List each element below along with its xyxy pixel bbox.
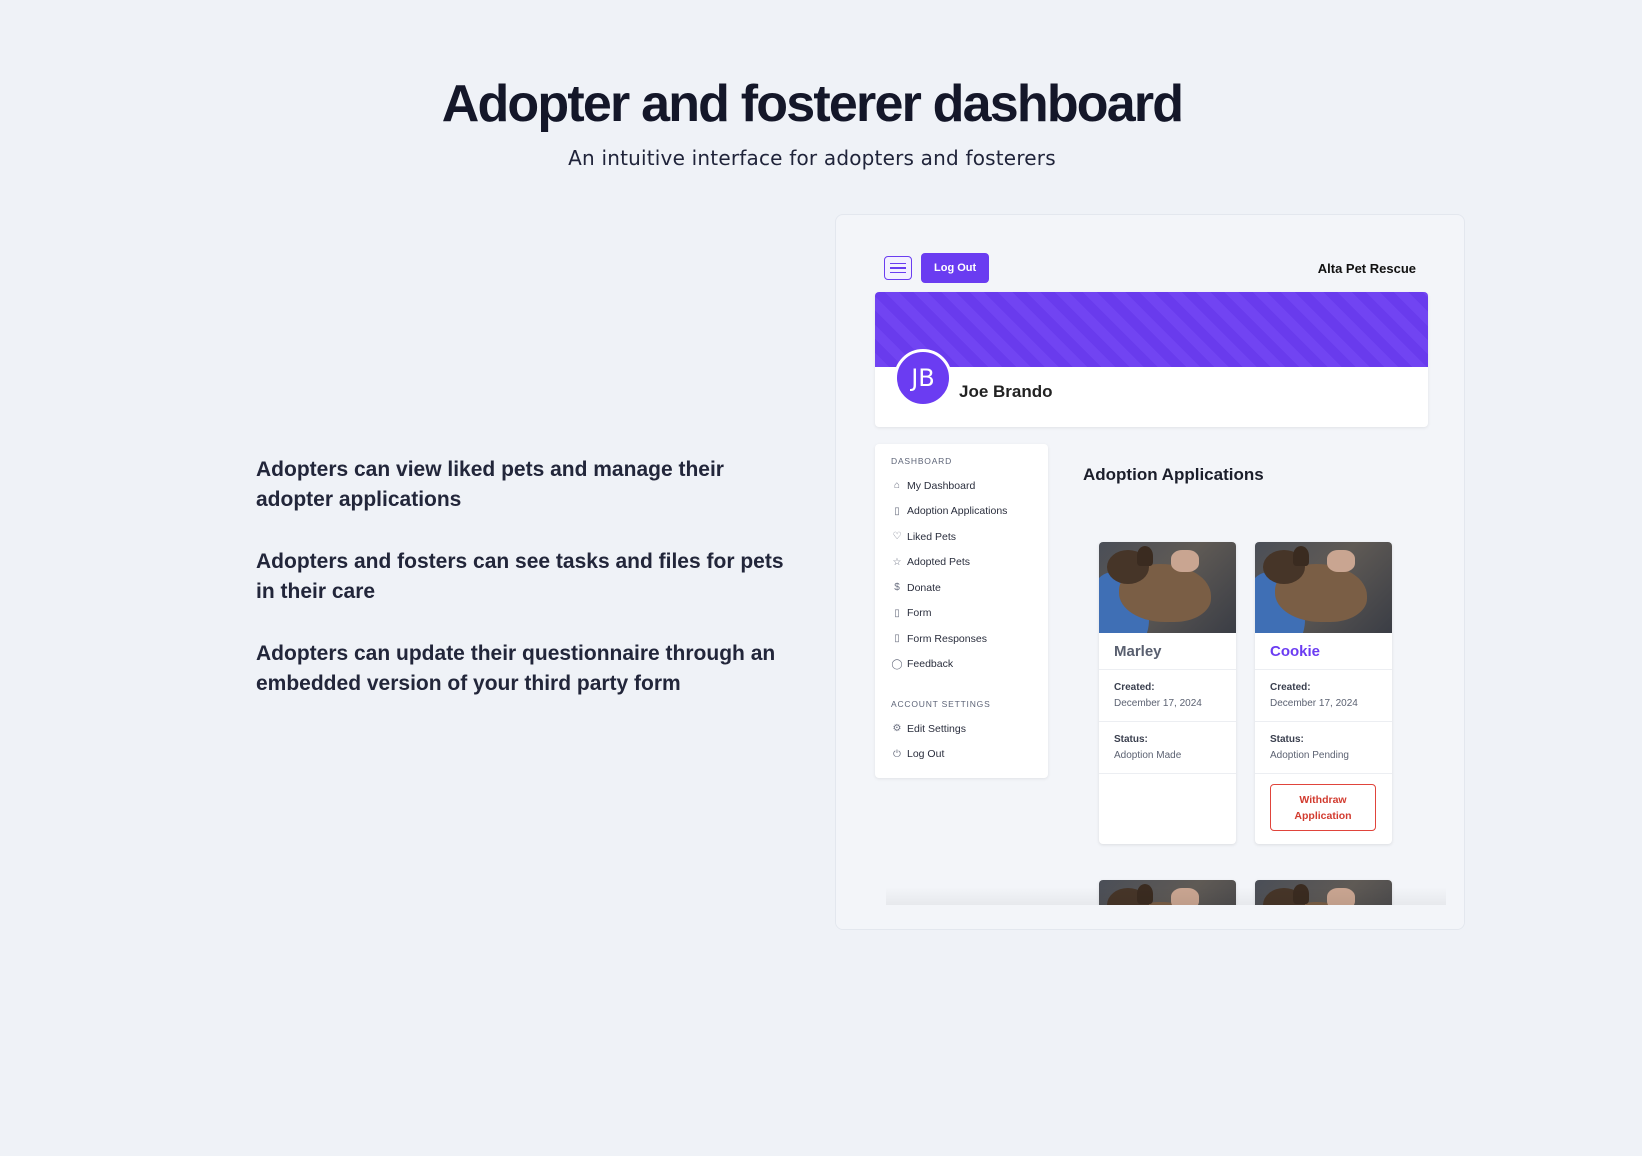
- nav-heading-account: ACCOUNT SETTINGS: [891, 699, 991, 709]
- sidebar-item-label: Liked Pets: [907, 530, 957, 543]
- application-card: Marley Created: December 17, 2024 Status:…: [1099, 542, 1236, 844]
- created-label: Created:: [1114, 682, 1155, 693]
- avatar: JB: [894, 349, 952, 407]
- sidebar-item-label: Form: [907, 607, 932, 620]
- feature-item: Adopters can update their questionnaire …: [256, 642, 776, 695]
- hamburger-icon[interactable]: [884, 256, 912, 280]
- heart-icon: ♡: [892, 531, 902, 543]
- app-preview: Log Out Alta Pet Rescue JB Joe Brando DA…: [835, 214, 1465, 930]
- sidebar-item-label: Edit Settings: [907, 722, 966, 735]
- created-value: December 17, 2024: [1114, 698, 1202, 709]
- feature-list: Adopters can view liked pets and manage …: [256, 455, 796, 731]
- sidebar-item-feedback[interactable]: ◯ Feedback: [889, 652, 1048, 678]
- status-row: Status: Adoption Made: [1099, 722, 1236, 774]
- sidebar-item-form[interactable]: ▯ Form: [889, 601, 1048, 627]
- withdraw-application-button[interactable]: Withdraw Application: [1270, 784, 1376, 831]
- sidebar-item-label: Adoption Applications: [907, 505, 1008, 518]
- feature-item: Adopters and fosters can see tasks and f…: [256, 550, 784, 603]
- sidebar-item-my-dashboard[interactable]: ⌂ My Dashboard: [889, 473, 1048, 499]
- profile-banner: [875, 292, 1428, 367]
- sidebar-item-label: Donate: [907, 581, 941, 594]
- status-label: Status:: [1114, 734, 1148, 745]
- section-title: Adoption Applications: [1083, 465, 1264, 484]
- pet-photo: [1099, 542, 1236, 633]
- nav-heading-dashboard: DASHBOARD: [891, 456, 953, 466]
- profile-name: Joe Brando: [959, 382, 1053, 401]
- feature-item: Adopters can view liked pets and manage …: [256, 458, 724, 511]
- pet-name[interactable]: Marley: [1099, 633, 1236, 670]
- book-icon: ▯: [894, 505, 900, 517]
- created-row: Created: December 17, 2024: [1255, 670, 1392, 722]
- pet-photo: [1255, 542, 1392, 633]
- sidebar-item-log-out[interactable]: ⏻ Log Out: [889, 742, 1048, 768]
- sidebar-item-label: My Dashboard: [907, 479, 976, 492]
- sidebar-item-label: Adopted Pets: [907, 556, 971, 569]
- pet-name[interactable]: Cookie: [1255, 633, 1392, 670]
- clipboard-icon: ▯: [894, 607, 900, 619]
- created-label: Created:: [1270, 682, 1311, 693]
- sidebar-item-donate[interactable]: $ Donate: [889, 575, 1048, 601]
- status-value: Adoption Pending: [1270, 750, 1349, 761]
- application-card: Cookie Created: December 17, 2024 Status:…: [1255, 542, 1392, 844]
- org-name: Alta Pet Rescue: [1317, 261, 1416, 276]
- sidebar-item-form-responses[interactable]: ▯ Form Responses: [889, 626, 1048, 652]
- page-subtitle: An intuitive interface for adopters and …: [568, 146, 1056, 170]
- gear-icon: ⚙: [892, 723, 902, 735]
- sidebar-item-label: Feedback: [907, 658, 954, 671]
- sidebar: DASHBOARD ⌂ My Dashboard ▯ Adoption Applic…: [875, 444, 1048, 778]
- status-row: Status: Adoption Pending: [1255, 722, 1392, 774]
- page-title: Adopter and fosterer dashboard: [441, 75, 1184, 133]
- scroll-fade: [886, 887, 1446, 905]
- sidebar-item-adoption-applications[interactable]: ▯ Adoption Applications: [889, 499, 1048, 525]
- sidebar-item-label: Log Out: [907, 748, 945, 761]
- sidebar-item-label: Form Responses: [907, 632, 987, 645]
- sidebar-item-edit-settings[interactable]: ⚙ Edit Settings: [889, 716, 1048, 742]
- profile-card: JB Joe Brando: [875, 292, 1428, 427]
- sidebar-item-adopted-pets[interactable]: ☆ Adopted Pets: [889, 550, 1048, 576]
- app-topbar: Log Out Alta Pet Rescue: [884, 253, 1416, 283]
- star-icon: ☆: [892, 556, 902, 568]
- power-icon: ⏻: [893, 748, 901, 760]
- logout-button[interactable]: Log Out: [921, 253, 990, 283]
- status-label: Status:: [1270, 734, 1304, 745]
- home-icon: ⌂: [893, 480, 901, 492]
- status-value: Adoption Made: [1114, 750, 1182, 761]
- clipboard-icon: ▯: [894, 633, 900, 645]
- created-value: December 17, 2024: [1270, 698, 1358, 709]
- dollar-icon: $: [894, 582, 900, 594]
- created-row: Created: December 17, 2024: [1099, 670, 1236, 722]
- preview-bottom: [836, 905, 1464, 929]
- sidebar-item-liked-pets[interactable]: ♡ Liked Pets: [889, 524, 1048, 550]
- chat-icon: ◯: [891, 658, 903, 670]
